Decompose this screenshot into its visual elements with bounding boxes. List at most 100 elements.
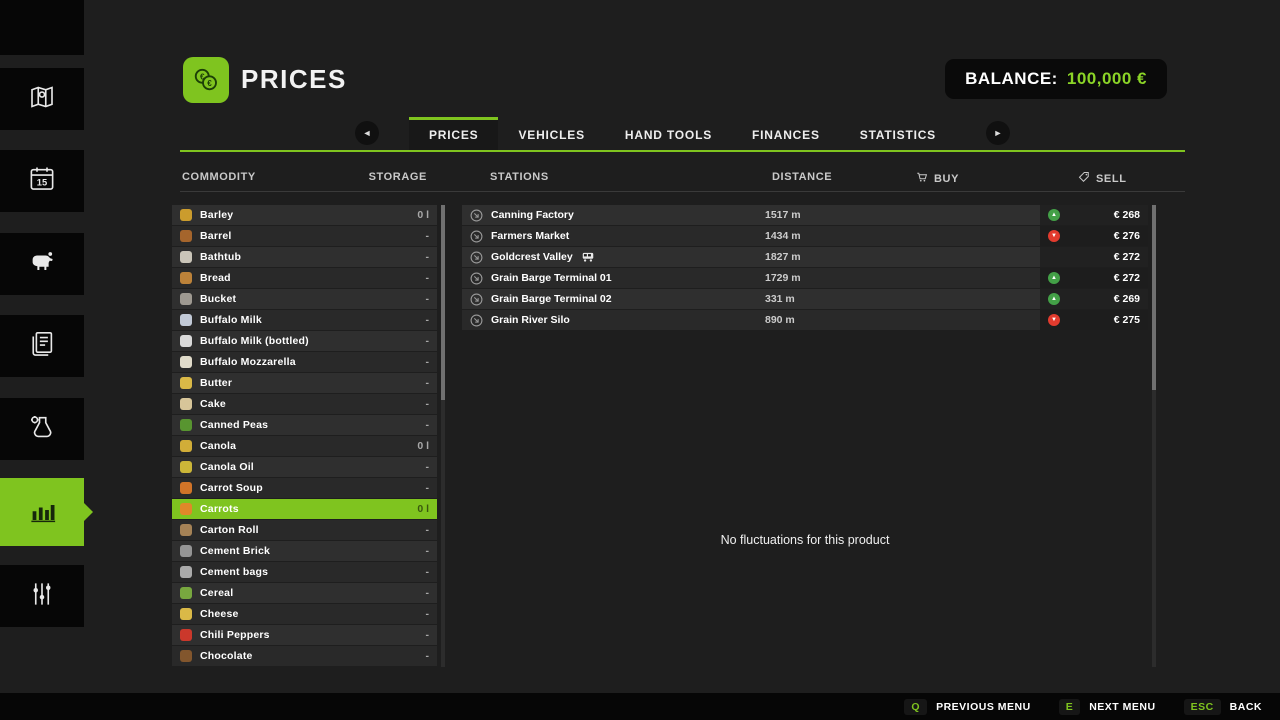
commodity-row[interactable]: Barley 0 l xyxy=(172,205,437,225)
commodity-scrollbar-thumb[interactable] xyxy=(441,205,445,400)
price-down-icon: ▼ xyxy=(1048,314,1060,326)
commodity-name: Buffalo Milk (bottled) xyxy=(200,335,309,347)
tab-vehicles[interactable]: VEHICLES xyxy=(498,117,604,150)
commodity-storage: - xyxy=(425,398,430,410)
column-storage: STORAGE xyxy=(368,171,427,183)
station-row[interactable]: Goldcrest Valley 1827 m € 272 xyxy=(462,247,1148,267)
commodity-row[interactable]: Buffalo Milk - xyxy=(172,310,437,330)
prev-tab-button[interactable]: ◄ xyxy=(354,121,379,145)
station-sell-price: € 269 xyxy=(1113,293,1140,305)
commodity-row[interactable]: Cake - xyxy=(172,394,437,414)
station-row[interactable]: Farmers Market 1434 m ▼ € 276 xyxy=(462,226,1148,246)
commodity-row[interactable]: Bucket - xyxy=(172,289,437,309)
commodity-row[interactable]: Butter - xyxy=(172,373,437,393)
carrots-icon xyxy=(180,503,192,515)
key-badge: Q xyxy=(904,698,928,715)
station-sell-cell: ▲ € 269 xyxy=(1040,289,1148,309)
station-row[interactable]: Grain River Silo 890 m ▼ € 275 xyxy=(462,310,1148,330)
tab-prices[interactable]: PRICES xyxy=(408,117,499,150)
station-sell-cell: ▲ € 268 xyxy=(1040,205,1148,225)
tab-finances[interactable]: FINANCES xyxy=(732,117,840,150)
sidebar-item-settings[interactable] xyxy=(0,565,84,627)
sidebar-item-contracts[interactable] xyxy=(0,315,84,377)
commodity-storage: - xyxy=(425,587,430,599)
station-row[interactable]: Grain Barge Terminal 01 1729 m ▲ € 272 xyxy=(462,268,1148,288)
station-scrollbar-thumb[interactable] xyxy=(1152,205,1156,390)
next-tab-button[interactable]: ► xyxy=(986,121,1010,145)
commodity-storage: - xyxy=(425,608,430,620)
commodity-row[interactable]: Carrot Soup - xyxy=(172,478,437,498)
commodity-name: Cement bags xyxy=(200,566,269,578)
commodity-row[interactable]: Buffalo Milk (bottled) - xyxy=(172,331,437,351)
commodity-row[interactable]: Carrots 0 l xyxy=(172,499,437,519)
cheese-icon xyxy=(180,608,192,620)
column-distance: DISTANCE xyxy=(772,171,833,183)
sell-point-icon xyxy=(470,314,483,327)
commodity-row[interactable]: Carton Roll - xyxy=(172,520,437,540)
station-sell-cell: ▲ € 272 xyxy=(1040,268,1148,288)
commodity-name: Cereal xyxy=(200,587,234,599)
cake-icon xyxy=(180,398,192,410)
station-scrollbar[interactable] xyxy=(1152,205,1156,667)
commodity-name: Barley xyxy=(200,209,234,221)
column-sell-label: SELL xyxy=(1096,172,1127,185)
commodity-list: Barley 0 l Barrel - Bathtub - Bread - Bucket - Buf… xyxy=(172,205,437,667)
station-row[interactable]: Grain Barge Terminal 02 331 m ▲ € 269 xyxy=(462,289,1148,309)
map-icon xyxy=(27,82,57,117)
station-distance: 1827 m xyxy=(765,251,801,263)
sell-point-icon xyxy=(470,209,483,222)
station-list: Canning Factory 1517 m ▲ € 268 Farmers Marke… xyxy=(462,205,1148,331)
station-sell-price: € 275 xyxy=(1113,314,1140,326)
commodity-name: Canola xyxy=(200,440,237,452)
sidebar-item-map[interactable] xyxy=(0,68,84,130)
sidebar-item-statistics[interactable] xyxy=(0,478,93,546)
prices-coins-icon: € € xyxy=(183,57,229,103)
commodity-row[interactable]: Cement bags - xyxy=(172,562,437,582)
sliders-icon xyxy=(27,579,57,614)
active-item-notch xyxy=(84,503,93,521)
cement-brick-icon xyxy=(180,545,192,557)
commodity-row[interactable]: Canola Oil - xyxy=(172,457,437,477)
buy-cart-icon xyxy=(916,171,928,186)
tab-underline xyxy=(180,150,1185,152)
commodity-storage: - xyxy=(425,524,430,536)
commodity-name: Bread xyxy=(200,272,231,284)
production-icon xyxy=(27,412,57,447)
header-divider xyxy=(180,191,1185,192)
commodity-row[interactable]: Canola 0 l xyxy=(172,436,437,456)
station-name: Goldcrest Valley xyxy=(491,251,573,263)
station-row[interactable]: Canning Factory 1517 m ▲ € 268 xyxy=(462,205,1148,225)
commodity-row[interactable]: Barrel - xyxy=(172,226,437,246)
tab-statistics[interactable]: STATISTICS xyxy=(840,117,956,150)
commodity-row[interactable]: Canned Peas - xyxy=(172,415,437,435)
sidebar-item-animals[interactable] xyxy=(0,233,84,295)
commodity-row[interactable]: Chili Peppers - xyxy=(172,625,437,645)
sidebar-item-calendar[interactable]: 15 xyxy=(0,150,84,212)
price-down-icon: ▼ xyxy=(1048,230,1060,242)
commodity-scrollbar[interactable] xyxy=(441,205,445,667)
commodity-row[interactable]: Cement Brick - xyxy=(172,541,437,561)
commodity-name: Carrots xyxy=(200,503,239,515)
key-action-label: NEXT MENU xyxy=(1089,700,1156,713)
train-icon xyxy=(581,251,595,263)
commodity-storage: - xyxy=(425,377,430,389)
commodity-row[interactable]: Bathtub - xyxy=(172,247,437,267)
commodity-row[interactable]: Bread - xyxy=(172,268,437,288)
tab-hand-tools[interactable]: HAND TOOLS xyxy=(605,117,732,150)
prices-screen: 15 € € PRICES BALANCE: 100,000 € ◄ PRICE… xyxy=(0,0,1280,720)
key-badge: ESC xyxy=(1183,698,1221,715)
chili-peppers-icon xyxy=(180,629,192,641)
commodity-storage: 0 l xyxy=(417,503,429,515)
canola-oil-icon xyxy=(180,461,192,473)
station-distance: 331 m xyxy=(765,293,795,305)
sidebar-item-production[interactable] xyxy=(0,398,84,460)
commodity-storage: - xyxy=(425,356,430,368)
cow-icon xyxy=(26,247,58,282)
commodity-row[interactable]: Chocolate - xyxy=(172,646,437,666)
commodity-row[interactable]: Cheese - xyxy=(172,604,437,624)
commodity-row[interactable]: Buffalo Mozzarella - xyxy=(172,352,437,372)
station-name: Grain River Silo xyxy=(491,314,570,326)
commodity-storage: - xyxy=(425,314,430,326)
barley-icon xyxy=(180,209,192,221)
commodity-row[interactable]: Cereal - xyxy=(172,583,437,603)
